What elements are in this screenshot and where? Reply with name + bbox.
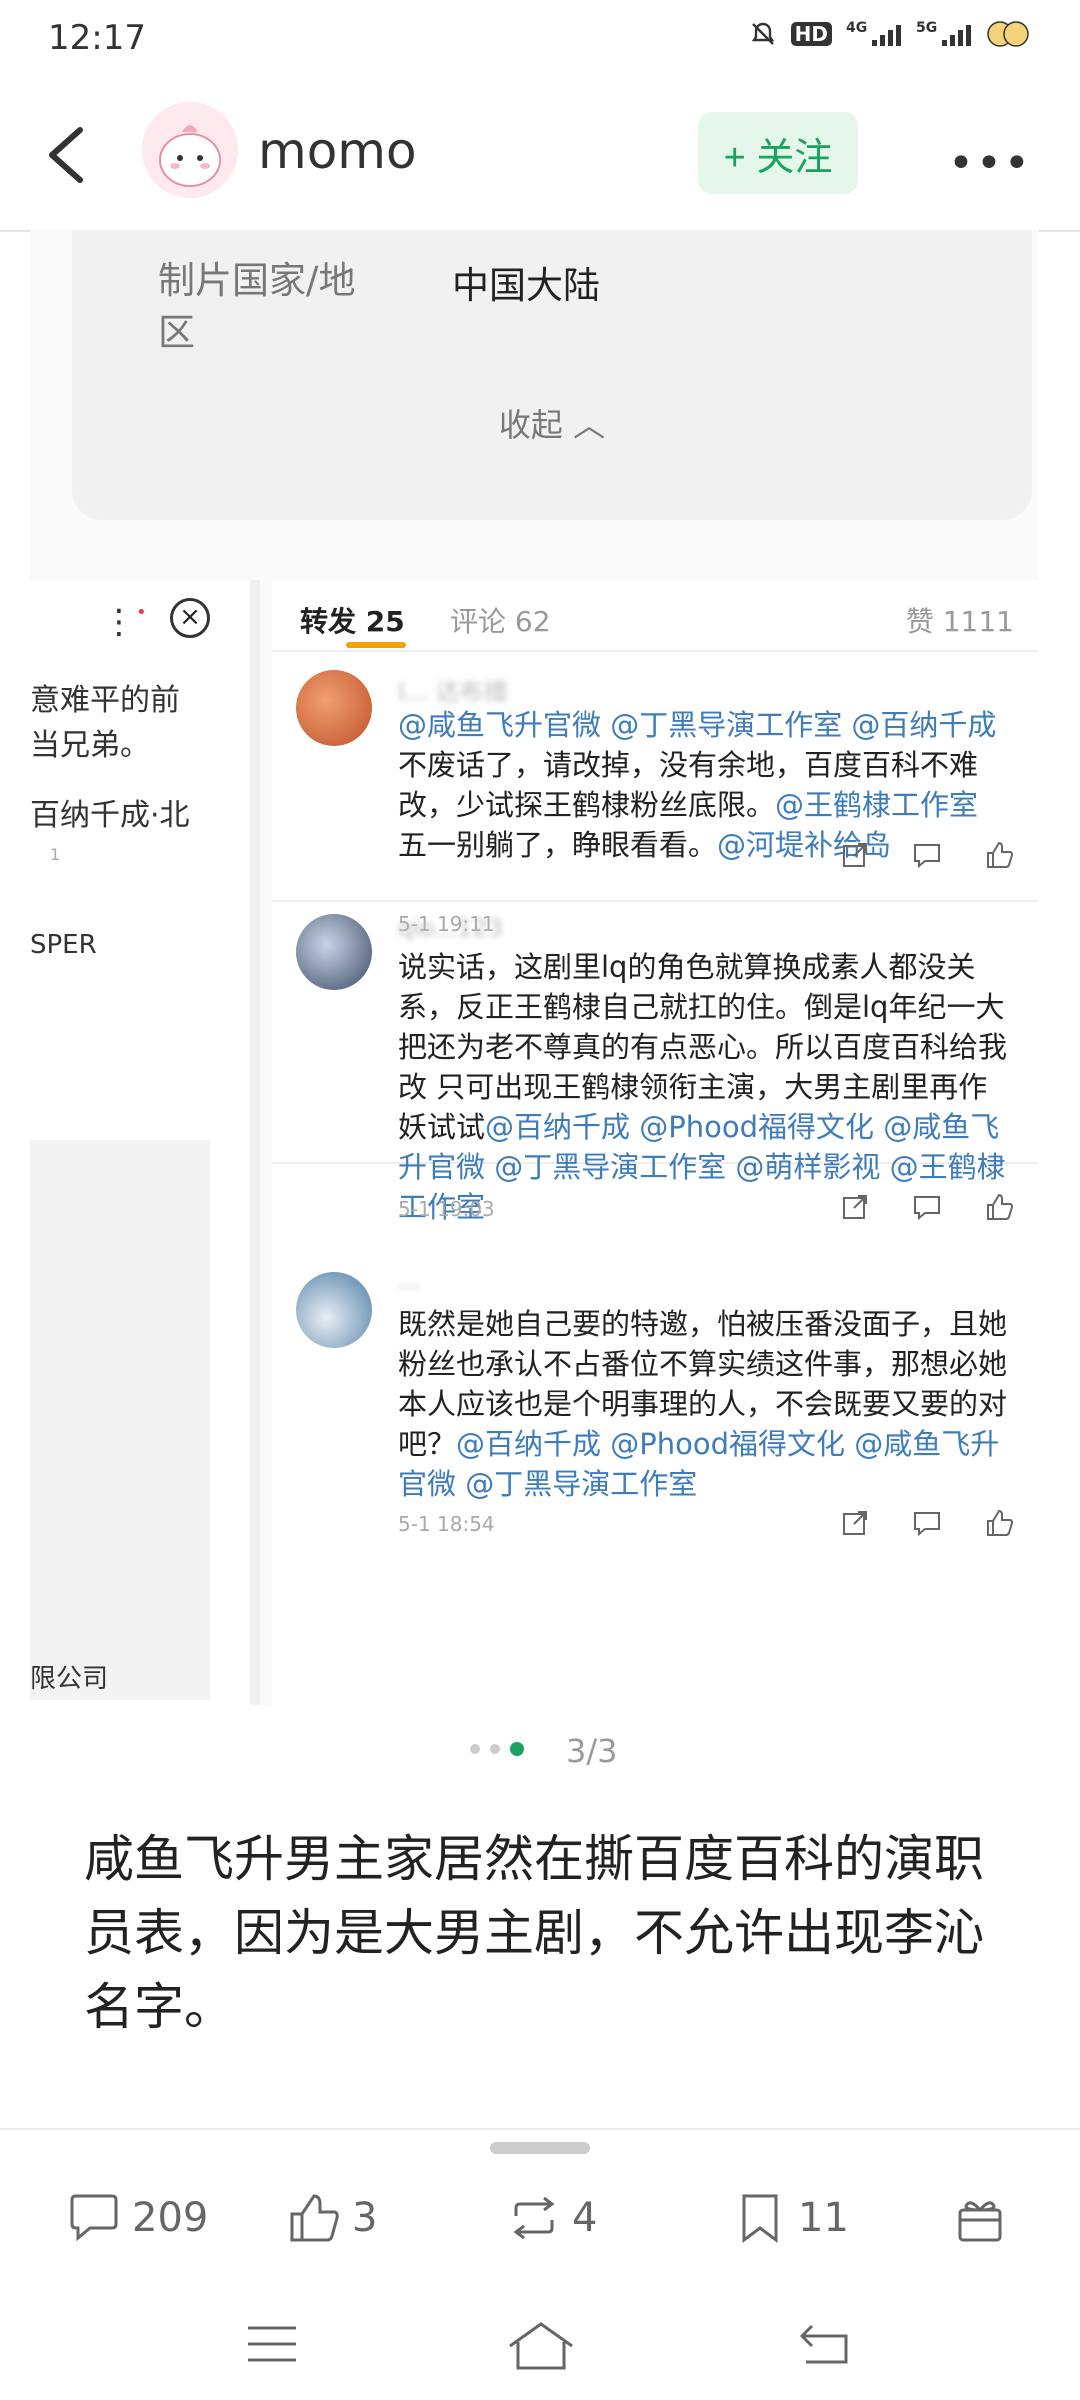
home-icon[interactable] [506, 2320, 576, 2372]
tab-likes: 赞 1111 [905, 605, 1014, 638]
status-time: 12:17 [48, 18, 146, 58]
tab-comment: 评论 62 [450, 605, 551, 638]
comment-time: 5-1 19:03 [398, 1197, 495, 1221]
thumbs-up-icon [290, 2194, 339, 2242]
commenter-avatar [296, 1272, 372, 1348]
pager-dots [470, 1742, 524, 1756]
comment-tabs: 转发 25 评论 62 赞 1111 [272, 580, 1038, 652]
more-icon: ⋮• [102, 602, 147, 642]
username[interactable]: momo [258, 122, 417, 180]
post-image[interactable]: 制片国家/地区 中国大陆 收起 ︿ ⋮• × 意难平的前 当兄弟。 百纳千成·北… [30, 230, 1038, 1705]
left-text-2: 当兄弟。 [30, 728, 150, 763]
page-count: 3/3 [566, 1732, 618, 1770]
comment-count: 209 [132, 2195, 209, 2241]
4g-signal-icon: 4G [846, 20, 901, 46]
follow-button[interactable]: + 关注 [698, 112, 858, 194]
comment-actions [840, 1508, 1014, 1538]
left-text-6: 限公司 [30, 1664, 109, 1694]
comment-actions [840, 1192, 1014, 1222]
commenter-name: qio...123 [398, 914, 503, 942]
more-options-icon[interactable]: ••• [948, 138, 1032, 189]
commenter-name: I... 达布措 [398, 678, 508, 706]
repost-icon [513, 2196, 555, 2240]
like-icon [987, 1509, 1014, 1536]
comment-item: qio...123 说实话，这剧里lq的角色就算换成素人都没关系，反正王鹤棣自己… [272, 892, 1038, 1224]
repost-count-button[interactable]: 4 [506, 2190, 597, 2246]
comments-panel: 转发 25 评论 62 赞 1111 I... 达布措 @咸鱼飞升官微 @丁黑导… [272, 580, 1038, 1705]
left-text-4: 1 [50, 845, 61, 864]
favorite-count: 11 [798, 2195, 849, 2241]
emoji-badge-icon [987, 21, 1029, 47]
pager-dot-active [510, 1742, 524, 1756]
mention-text: @王鹤棣工作室 [775, 788, 979, 822]
status-bar: 12:17 HD 4G 5G [0, 0, 1080, 80]
status-icons: HD 4G 5G [749, 20, 1030, 48]
comment-actions [840, 840, 1014, 870]
share-icon [843, 1511, 867, 1535]
commenter-avatar [296, 914, 372, 990]
comment-time: 5-1 18:54 [398, 1512, 495, 1536]
avatar[interactable] [142, 102, 238, 198]
left-text-1: 意难平的前 [30, 683, 180, 718]
menu-icon[interactable] [244, 2320, 300, 2368]
profile-header: momo + 关注 ••• [0, 80, 1080, 232]
pager-dot [490, 1744, 500, 1754]
tab-repost: 转发 25 [300, 605, 405, 638]
bookmark-icon [742, 2194, 778, 2243]
comment-icon [914, 844, 940, 869]
favorite-count-button[interactable]: 11 [732, 2190, 849, 2246]
info-card: 制片国家/地区 中国大陆 收起 ︿ [72, 230, 1032, 520]
comment-item: ... 既然是她自己要的特邀，怕被压番没面子，且她粉丝也承认不占番位不算实绩这件… [272, 1244, 1038, 1705]
share-icon [843, 1195, 867, 1219]
left-gray-box [30, 1140, 210, 1700]
comment-icon [914, 1196, 940, 1221]
comment-body: 五一别躺了，睁眼看看。 [398, 828, 718, 862]
back-nav-icon[interactable] [796, 2320, 852, 2368]
5g-signal-icon: 5G [916, 20, 971, 46]
left-text-5: SPER [30, 930, 97, 960]
info-value: 中国大陆 [452, 264, 600, 307]
like-icon [987, 841, 1014, 868]
drag-handle[interactable] [490, 2142, 590, 2154]
commenter-name: ... [398, 1266, 421, 1294]
mention-text: @咸鱼飞升官微 @丁黑导演工作室 @百纳千成 [398, 708, 997, 742]
info-label: 制片国家/地区 [158, 259, 356, 354]
comment-text: 既然是她自己要的特邀，怕被压番没面子，且她粉丝也承认不占番位不算实绩这件事，那想… [398, 1304, 1008, 1504]
post-action-bar: 209 3 4 11 [0, 2128, 1080, 2280]
comment-icon [914, 1512, 940, 1537]
left-text-3: 百纳千成·北 [30, 798, 190, 833]
gift-icon [958, 2201, 1002, 2242]
system-nav-bar [0, 2280, 1080, 2400]
like-count-button[interactable]: 3 [286, 2190, 377, 2246]
like-icon [987, 1193, 1014, 1220]
image-pager: 3/3 [0, 1730, 1080, 1770]
like-count: 3 [352, 2195, 378, 2241]
hd-icon: HD [790, 22, 832, 46]
gift-button[interactable] [952, 2190, 1008, 2246]
commenter-avatar [296, 670, 372, 746]
comment-count-button[interactable]: 209 [66, 2190, 208, 2246]
left-panel: ⋮• × 意难平的前 当兄弟。 百纳千成·北 1 SPER 限公司 [30, 580, 260, 1705]
share-icon [843, 843, 867, 867]
comment-bubble-icon [70, 2194, 118, 2242]
svg-text:5G: 5G [916, 20, 937, 36]
back-arrow-icon[interactable] [36, 120, 96, 190]
collapse-link: 收起 ︿ [498, 406, 606, 444]
svg-text:4G: 4G [846, 20, 867, 36]
avatar-character-icon [142, 102, 238, 198]
mute-icon [751, 22, 774, 45]
comment-text: 说实话，这剧里lq的角色就算换成素人都没关系，反正王鹤棣自己就扛的住。倒是lq年… [398, 947, 1008, 1227]
pager-dot [470, 1744, 480, 1754]
tab-underline [346, 642, 406, 648]
post-text: 咸鱼飞升男主家居然在撕百度百科的演职员表，因为是大男主剧，不允许出现李沁名字。 [84, 1830, 984, 2036]
close-icon: × [170, 598, 210, 638]
repost-count: 4 [572, 2195, 598, 2241]
mention-text: @百纳千成 @Phood福得文化 @咸鱼飞升官微 @丁黑导演工作室 [398, 1427, 1000, 1501]
